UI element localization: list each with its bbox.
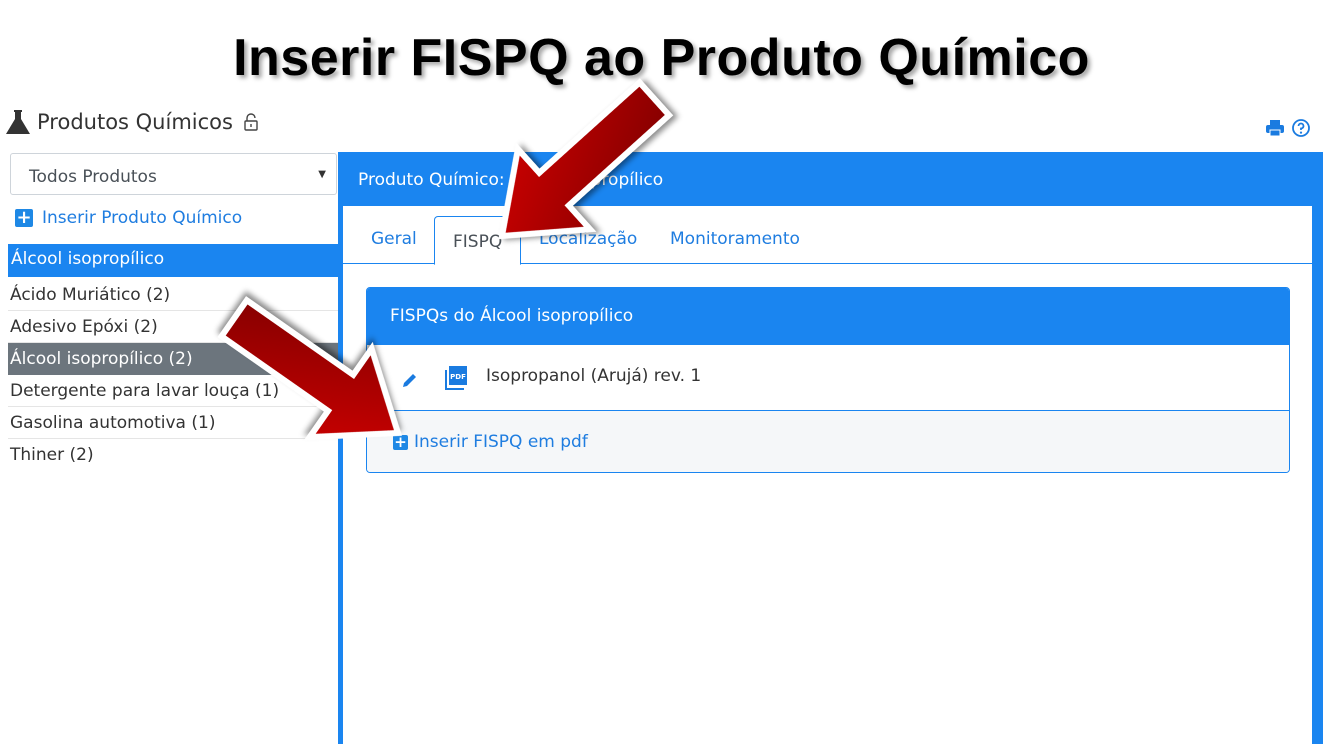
list-item[interactable]: Adesivo Epóxi (2) <box>8 311 338 343</box>
add-fispq-pdf-label: Inserir FISPQ em pdf <box>414 432 588 452</box>
table-row: PDF Isopropanol (Arujá) rev. 1 <box>367 345 1289 411</box>
tab-fispq[interactable]: FISPQ <box>434 216 522 265</box>
list-item[interactable]: Álcool isopropílico (2) <box>8 343 338 375</box>
list-item[interactable]: Gasolina automotiva (1) <box>8 407 338 439</box>
fispq-file-link[interactable]: Isopropanol (Arujá) rev. 1 <box>486 366 701 386</box>
pdf-icon[interactable]: PDF <box>445 365 468 390</box>
selected-product-header: Álcool isopropílico <box>8 244 338 277</box>
help-icon[interactable] <box>1291 118 1311 138</box>
fispq-card-footer: + Inserir FISPQ em pdf <box>367 411 1289 472</box>
app-header: Produtos Químicos <box>0 104 259 140</box>
tab-bar: Geral FISPQ Localização Monitoramento <box>343 206 1312 265</box>
tab-geral[interactable]: Geral <box>371 229 417 249</box>
panel-body: Geral FISPQ Localização Monitoramento FI… <box>343 206 1312 744</box>
tab-monitoramento[interactable]: Monitoramento <box>670 229 800 249</box>
plus-icon: + <box>15 207 33 228</box>
plus-icon: + <box>393 432 408 451</box>
panel-heading: Produto Químico: Álcool isopropílico <box>358 170 664 190</box>
edit-icon[interactable] <box>401 371 419 389</box>
flask-icon <box>6 110 30 134</box>
list-item[interactable]: Ácido Muriático (2) <box>8 279 338 311</box>
print-icon[interactable] <box>1265 118 1285 138</box>
list-item[interactable]: Detergente para lavar louça (1) <box>8 375 338 407</box>
slide-title: Inserir FISPQ ao Produto Químico <box>233 29 1090 87</box>
add-product-label: Inserir Produto Químico <box>42 208 243 228</box>
list-item[interactable]: Thiner (2) <box>8 439 338 471</box>
svg-text:PDF: PDF <box>450 373 466 381</box>
product-list: Ácido Muriático (2) Adesivo Epóxi (2) Ál… <box>8 279 338 471</box>
product-filter-value: Todos Produtos <box>29 167 157 187</box>
lock-icon[interactable] <box>243 113 259 131</box>
chevron-down-icon: ▼ <box>318 169 326 180</box>
header-tools <box>1265 118 1311 138</box>
add-product-button[interactable]: + Inserir Produto Químico <box>15 208 242 228</box>
fispq-card: FISPQs do Álcool isopropílico PDF Isopro… <box>366 287 1290 473</box>
fispq-card-title: FISPQs do Álcool isopropílico <box>367 288 1289 345</box>
product-filter-select[interactable]: Todos Produtos ▼ <box>10 153 337 195</box>
product-detail-panel: Produto Químico: Álcool isopropílico Ger… <box>338 152 1323 744</box>
page-title: Produtos Químicos <box>37 110 233 134</box>
sidebar: Todos Produtos ▼ + Inserir Produto Quími… <box>0 150 338 744</box>
add-fispq-pdf-button[interactable]: + Inserir FISPQ em pdf <box>393 432 588 452</box>
tab-localizacao[interactable]: Localização <box>539 229 637 249</box>
